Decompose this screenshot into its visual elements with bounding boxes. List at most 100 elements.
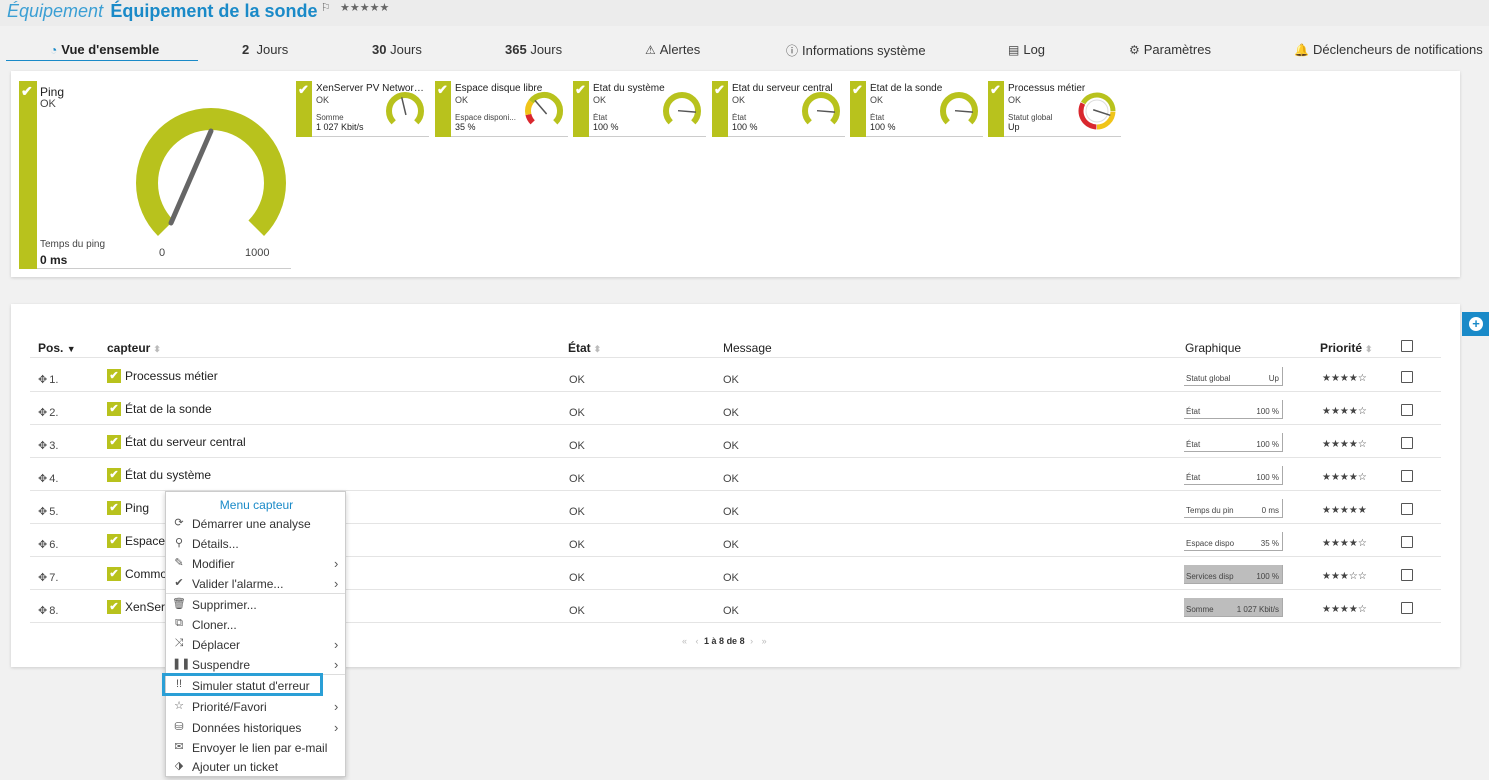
menu-item[interactable]: ❚❚ Suspendre › bbox=[166, 655, 345, 675]
row-select-checkbox[interactable] bbox=[1401, 602, 1413, 614]
graph-label: Temps du pin bbox=[1186, 506, 1234, 515]
priority-stars[interactable]: ★★★☆☆ bbox=[1322, 571, 1367, 582]
gauge-dial bbox=[136, 108, 286, 237]
drag-handle-icon[interactable]: ✥ bbox=[38, 506, 47, 518]
gauge-arc bbox=[802, 92, 840, 125]
mini-gauge[interactable]: ✔ XenServer PV Network De... OK Somme 1 … bbox=[296, 81, 429, 137]
menu-item-label: Démarrer une analyse bbox=[192, 517, 311, 531]
menu-item[interactable]: ✎ Modifier › bbox=[166, 554, 345, 574]
menu-item-label: Détails... bbox=[192, 537, 239, 551]
drag-handle-icon[interactable]: ✥ bbox=[38, 572, 47, 584]
priority-stars[interactable]: ★★★★☆ bbox=[1322, 538, 1367, 549]
graph-value: 100 % bbox=[1256, 473, 1279, 482]
row-position[interactable]: ✥ 5. bbox=[38, 505, 58, 518]
next-page-button[interactable]: › bbox=[750, 636, 753, 646]
priority-stars[interactable]: ★★★★★ bbox=[1322, 505, 1367, 516]
active-tab-indicator bbox=[6, 60, 198, 61]
last-page-button[interactable]: » bbox=[762, 636, 767, 646]
mini-gauge[interactable]: ✔ Espace disque libre OK Espace disponi.… bbox=[435, 81, 568, 137]
menu-item[interactable]: ✔ Valider l'alarme... › bbox=[166, 574, 345, 594]
row-select-checkbox[interactable] bbox=[1401, 404, 1413, 416]
mini-gauge[interactable]: ✔ État de la sonde OK État 100 % bbox=[850, 81, 983, 137]
row-select-checkbox[interactable] bbox=[1401, 437, 1413, 449]
drag-handle-icon[interactable]: ✥ bbox=[38, 440, 47, 452]
ticket-icon: ⬗ bbox=[174, 760, 184, 772]
graph-label: État bbox=[1186, 473, 1201, 482]
priority-stars[interactable]: ★★★★☆ bbox=[1322, 604, 1367, 615]
priority-stars[interactable]: ★★★★☆ bbox=[1322, 472, 1367, 483]
mini-gauge[interactable]: ✔ État du serveur central OK État 100 % bbox=[712, 81, 845, 137]
menu-item[interactable]: ⧉ Cloner... bbox=[166, 615, 345, 635]
status-ok-icon: ✔ bbox=[107, 435, 121, 449]
sensor-name-link[interactable]: Processus métier bbox=[125, 369, 218, 383]
status-ok-icon: ✔ bbox=[107, 402, 121, 416]
flag-icon[interactable]: ⚐ bbox=[321, 2, 331, 14]
drag-handle-icon[interactable]: ✥ bbox=[38, 539, 47, 551]
mini-gauge[interactable]: ✔ État du système OK État 100 % bbox=[573, 81, 706, 137]
tab-overview[interactable]: ◔ Vue d'ensemble bbox=[50, 42, 159, 57]
tab-2-days[interactable]: 2 Jours bbox=[242, 42, 288, 57]
drag-handle-icon[interactable]: ✥ bbox=[38, 605, 47, 617]
row-select-checkbox[interactable] bbox=[1401, 536, 1413, 548]
graph-value: 1 027 Kbit/s bbox=[1236, 605, 1279, 614]
tab-alerts[interactable]: ⚠ Alertes bbox=[645, 42, 700, 57]
col-header-priority[interactable]: Priorité ⬍ bbox=[1320, 341, 1373, 355]
col-header-state[interactable]: État ⬍ bbox=[568, 341, 601, 355]
menu-item[interactable]: ⛁ Données historiques › bbox=[166, 718, 345, 738]
table-row[interactable]: ✥ 1. ✔ Processus métier OK OK Statut glob… bbox=[30, 359, 1441, 392]
row-select-checkbox[interactable] bbox=[1401, 569, 1413, 581]
sensor-name-link[interactable]: Ping bbox=[125, 501, 149, 515]
row-position[interactable]: ✥ 2. bbox=[38, 406, 58, 419]
row-select-checkbox[interactable] bbox=[1401, 470, 1413, 482]
table-row[interactable]: ✥ 4. ✔ État du système OK OK État 100 % ★… bbox=[30, 458, 1441, 491]
search-icon: ⚲ bbox=[174, 537, 184, 549]
menu-item[interactable]: 🗑 Supprimer... bbox=[166, 595, 345, 615]
drag-handle-icon[interactable]: ✥ bbox=[38, 473, 47, 485]
row-position[interactable]: ✥ 3. bbox=[38, 439, 58, 452]
col-header-sensor[interactable]: capteur ⬍ bbox=[107, 341, 161, 355]
ping-gauge[interactable]: ✔ Ping OK Temps du ping 0 ms 0 1000 bbox=[19, 81, 291, 269]
menu-item[interactable]: ⤨ Déplacer › bbox=[166, 635, 345, 655]
add-button[interactable]: + bbox=[1462, 312, 1489, 336]
tab-notification-triggers[interactable]: 🔔 Déclencheurs de notifications bbox=[1294, 42, 1483, 57]
row-select-checkbox[interactable] bbox=[1401, 371, 1413, 383]
tab-system-info[interactable]: ⓘ Informations système bbox=[786, 42, 926, 59]
row-position[interactable]: ✥ 6. bbox=[38, 538, 58, 551]
tab-settings[interactable]: ⚙ Paramètres bbox=[1129, 42, 1211, 57]
row-select-checkbox[interactable] bbox=[1401, 503, 1413, 515]
menu-item[interactable]: ⟳ Démarrer une analyse bbox=[166, 514, 345, 534]
row-position[interactable]: ✥ 8. bbox=[38, 604, 58, 617]
menu-item[interactable]: ✉ Envoyer le lien par e-mail bbox=[166, 738, 345, 758]
mini-gauge[interactable]: ✔ Processus métier OK Statut global Up bbox=[988, 81, 1121, 137]
col-header-pos[interactable]: Pos. ▼ bbox=[38, 341, 76, 355]
sensor-name-link[interactable]: État du serveur central bbox=[125, 435, 246, 449]
menu-item[interactable]: ☆ Priorité/Favori › bbox=[166, 697, 345, 717]
menu-item[interactable]: ⚲ Détails... bbox=[166, 534, 345, 554]
menu-item-label: Cloner... bbox=[192, 618, 237, 632]
row-position[interactable]: ✥ 1. bbox=[38, 373, 58, 386]
row-position[interactable]: ✥ 7. bbox=[38, 571, 58, 584]
select-all-checkbox[interactable] bbox=[1401, 340, 1413, 352]
mini-gauge-dial bbox=[1078, 92, 1116, 130]
drag-handle-icon[interactable]: ✥ bbox=[38, 374, 47, 386]
table-row[interactable]: ✥ 2. ✔ État de la sonde OK OK État 100 % … bbox=[30, 392, 1441, 425]
row-position[interactable]: ✥ 4. bbox=[38, 472, 58, 485]
gauge-sensor-name: Ping bbox=[40, 85, 65, 99]
menu-item[interactable]: ⬗ Ajouter un ticket bbox=[166, 757, 345, 777]
tab-30-days[interactable]: 30 Jours bbox=[372, 42, 422, 57]
table-row[interactable]: ✥ 3. ✔ État du serveur central OK OK État… bbox=[30, 425, 1441, 458]
first-page-button[interactable]: « bbox=[682, 636, 687, 646]
sensor-name-link[interactable]: État de la sonde bbox=[125, 402, 212, 416]
sensor-name-link[interactable]: Commo bbox=[125, 567, 167, 581]
tab-log[interactable]: ▤ Log bbox=[1008, 42, 1045, 57]
priority-stars[interactable]: ★★★★☆ bbox=[1322, 406, 1367, 417]
prev-page-button[interactable]: ‹ bbox=[696, 636, 699, 646]
tab-365-days[interactable]: 365 Jours bbox=[505, 42, 562, 57]
drag-handle-icon[interactable]: ✥ bbox=[38, 407, 47, 419]
sensor-message: OK bbox=[723, 473, 739, 485]
sensor-name-link[interactable]: Espace bbox=[125, 534, 165, 548]
priority-stars[interactable]: ★★★★☆ bbox=[1322, 373, 1367, 384]
priority-stars[interactable]: ★★★★★ bbox=[340, 2, 389, 14]
sensor-name-link[interactable]: État du système bbox=[125, 468, 211, 482]
priority-stars[interactable]: ★★★★☆ bbox=[1322, 439, 1367, 450]
